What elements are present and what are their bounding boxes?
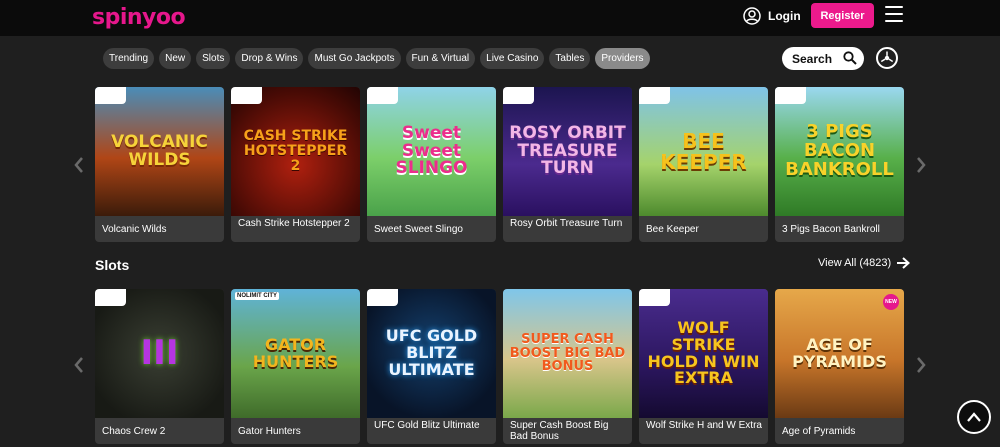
game-art-title: BEE KEEPER [660, 128, 747, 174]
game-thumbnail: GATOR HUNTERS [231, 289, 360, 418]
category-tabs: Trending New Slots Drop & Wins Must Go J… [103, 48, 650, 69]
arrow-right-icon [897, 257, 911, 269]
slots-games-row: III Chaos Crew 2 GATOR HUNTERS NOLIMIT C… [95, 289, 905, 444]
game-card-super-cash-boost-big-bad-bonus[interactable]: SUPER CASH BOOST BIG BAD BONUS Super Cas… [503, 289, 632, 444]
game-card-gator-hunters[interactable]: GATOR HUNTERS NOLIMIT CITY Gator Hunters [231, 289, 360, 444]
game-art-title: ROSY ORBIT TREASURE TURN [509, 122, 626, 179]
sports-icon[interactable] [876, 47, 898, 69]
game-name: Bee Keeper [646, 224, 699, 235]
search-label: Search [792, 51, 833, 66]
logo[interactable]: spinyoo [92, 5, 186, 30]
game-name: Volcanic Wilds [102, 224, 167, 235]
game-card-wolf-strike-h-and-w-extra[interactable]: WOLF STRIKE HOLD N WIN EXTRA Wolf Strike… [639, 289, 768, 444]
game-thumbnail: CASH STRIKE HOTSTEPPER 2 [231, 87, 360, 216]
provider-badge [95, 87, 126, 104]
game-card-chaos-crew-2[interactable]: III Chaos Crew 2 [95, 289, 224, 444]
provider-badge [503, 87, 534, 104]
game-art-title: AGE OF PYRAMIDS [792, 334, 887, 371]
game-name: Cash Strike Hotstepper 2 [238, 218, 350, 229]
game-card-bee-keeper[interactable]: BEE KEEPER Bee Keeper [639, 87, 768, 242]
game-thumbnail: BEE KEEPER [639, 87, 768, 216]
game-card-volcanic-wilds[interactable]: VOLCANIC WILDS Volcanic Wilds [95, 87, 224, 242]
game-art-title: VOLCANIC WILDS [111, 131, 208, 170]
game-name: Sweet Sweet Slingo [374, 224, 463, 235]
game-art-title: UFC GOLD BLITZ ULTIMATE [385, 326, 478, 379]
provider-badge [775, 87, 806, 104]
provider-badge [639, 87, 670, 104]
game-name: Chaos Crew 2 [102, 426, 166, 437]
chevron-right-icon[interactable] [914, 355, 928, 375]
game-art-title: GATOR HUNTERS [252, 334, 339, 371]
chevron-up-icon [967, 412, 981, 422]
back-to-top-button[interactable] [957, 400, 991, 434]
game-card-3-pigs-bacon-bankroll[interactable]: 3 PIGS BACON BANKROLL 3 Pigs Bacon Bankr… [775, 87, 904, 242]
top-bar: spinyoo Login Register [0, 0, 1000, 36]
game-thumbnail: UFC GOLD BLITZ ULTIMATE [367, 289, 496, 418]
provider-badge [639, 289, 670, 306]
provider-badge [231, 87, 262, 104]
game-name: Super Cash Boost Big Bad Bonus [510, 420, 609, 442]
game-thumbnail: WOLF STRIKE HOLD N WIN EXTRA [639, 289, 768, 418]
section-title-slots: Slots [95, 257, 130, 273]
game-card-ufc-gold-blitz-ultimate[interactable]: UFC GOLD BLITZ ULTIMATE UFC Gold Blitz U… [367, 289, 496, 444]
chevron-right-icon[interactable] [914, 155, 928, 175]
view-all-link[interactable]: View All (4823) [818, 257, 911, 269]
game-card-cash-strike-hotstepper-2[interactable]: CASH STRIKE HOTSTEPPER 2 Cash Strike Hot… [231, 87, 360, 242]
game-name: Gator Hunters [238, 426, 301, 437]
game-name: 3 Pigs Bacon Bankroll [782, 224, 880, 235]
tab-live-casino[interactable]: Live Casino [480, 48, 545, 69]
game-name: Wolf Strike H and W Extra [646, 420, 762, 431]
featured-games-row: VOLCANIC WILDS Volcanic Wilds CASH STRIK… [95, 87, 905, 242]
game-card-rosy-orbit-treasure-turn[interactable]: ROSY ORBIT TREASURE TURN Rosy Orbit Trea… [503, 87, 632, 242]
search-icon [843, 51, 857, 65]
search-button[interactable]: Search [782, 47, 864, 70]
game-art-title: CASH STRIKE HOTSTEPPER 2 [243, 128, 348, 174]
tab-new[interactable]: New [159, 48, 192, 69]
tab-tables[interactable]: Tables [549, 48, 591, 69]
tab-must-go-jackpots[interactable]: Must Go Jackpots [308, 48, 401, 69]
provider-badge [95, 289, 126, 306]
game-thumbnail: VOLCANIC WILDS [95, 87, 224, 216]
game-name: UFC Gold Blitz Ultimate [374, 420, 480, 431]
chevron-left-icon[interactable] [72, 155, 86, 175]
login-label: Login [768, 9, 801, 23]
hamburger-menu-icon[interactable] [885, 6, 903, 22]
game-name: Rosy Orbit Treasure Turn [510, 218, 623, 229]
game-thumbnail: Sweet Sweet SLINGO [367, 87, 496, 216]
tab-trending[interactable]: Trending [103, 48, 155, 69]
game-thumbnail: ROSY ORBIT TREASURE TURN [503, 87, 632, 216]
login-button[interactable]: Login [743, 6, 801, 26]
provider-badge [367, 87, 398, 104]
sports-glyph-icon [880, 51, 894, 63]
game-art-title: 3 PIGS BACON BANKROLL [785, 121, 894, 180]
chevron-left-icon[interactable] [72, 355, 86, 375]
provider-badge [367, 289, 398, 306]
game-art-title: III [140, 332, 179, 373]
game-card-sweet-sweet-slingo[interactable]: Sweet Sweet SLINGO Sweet Sweet Slingo [367, 87, 496, 242]
tab-fun-and-virtual[interactable]: Fun & Virtual [405, 48, 476, 69]
new-badge: NEW [883, 294, 899, 310]
user-icon [743, 7, 761, 25]
game-name: Age of Pyramids [782, 426, 856, 437]
view-all-label: View All (4823) [818, 257, 892, 269]
game-thumbnail: AGE OF PYRAMIDS [775, 289, 904, 418]
tab-slots[interactable]: Slots [196, 48, 231, 69]
game-art-title: SUPER CASH BOOST BIG BAD BONUS [509, 332, 626, 375]
game-thumbnail: SUPER CASH BOOST BIG BAD BONUS [503, 289, 632, 418]
tab-drop-and-wins[interactable]: Drop & Wins [235, 48, 304, 69]
tab-providers[interactable]: Providers [595, 48, 650, 69]
game-card-age-of-pyramids[interactable]: AGE OF PYRAMIDS NEW Age of Pyramids [775, 289, 904, 444]
game-art-title: Sweet Sweet SLINGO [395, 122, 468, 179]
game-thumbnail: 3 PIGS BACON BANKROLL [775, 87, 904, 216]
register-button[interactable]: Register [811, 3, 874, 28]
provider-logo: NOLIMIT CITY [235, 292, 279, 300]
game-thumbnail: III [95, 289, 224, 418]
game-art-title: WOLF STRIKE HOLD N WIN EXTRA [647, 317, 760, 388]
